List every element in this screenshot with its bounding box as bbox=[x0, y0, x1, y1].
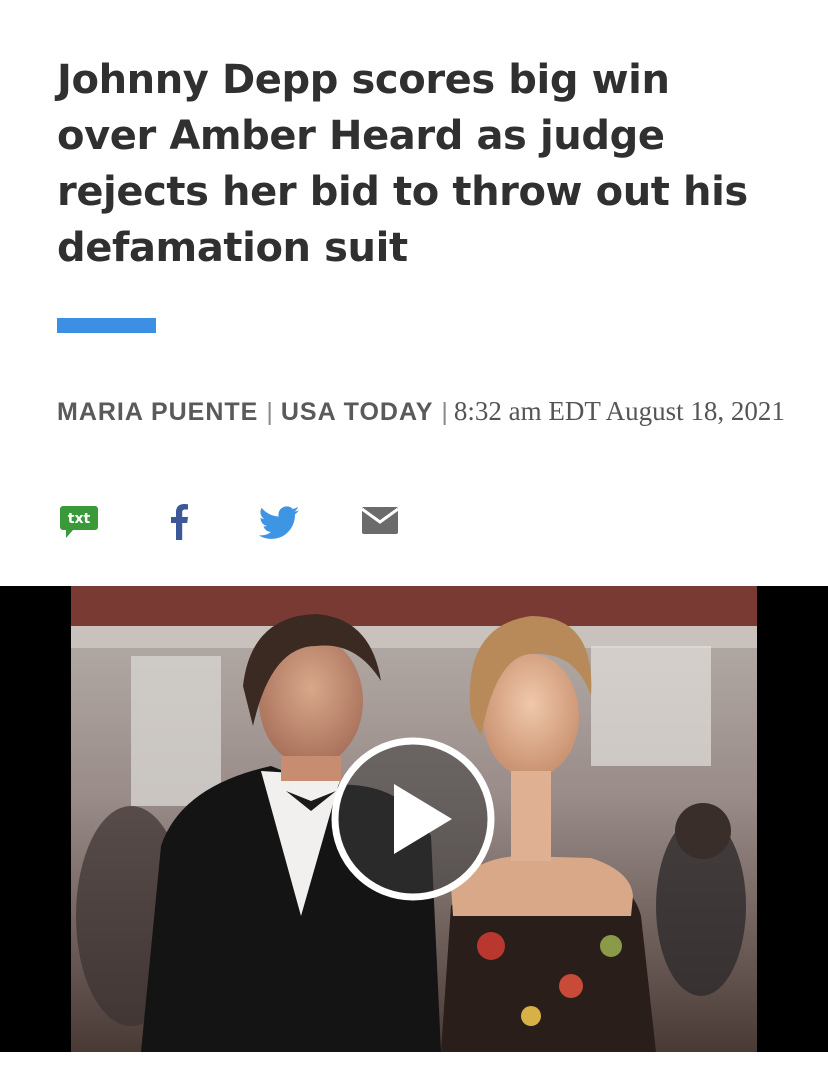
facebook-icon bbox=[171, 504, 188, 540]
byline-separator: | bbox=[441, 398, 448, 426]
share-sms-button[interactable]: txt bbox=[60, 500, 106, 544]
sms-txt-label: txt bbox=[68, 511, 91, 527]
byline-outlet: USA TODAY bbox=[280, 398, 434, 426]
share-facebook-button[interactable] bbox=[160, 500, 206, 544]
byline: MARIA PUENTE | USA TODAY | 8:32 am EDT Augus… bbox=[57, 392, 787, 431]
share-twitter-button[interactable] bbox=[256, 500, 302, 544]
twitter-icon bbox=[258, 506, 300, 539]
share-email-button[interactable] bbox=[360, 500, 406, 544]
byline-separator: | bbox=[266, 398, 273, 426]
byline-author[interactable]: MARIA PUENTE bbox=[57, 398, 258, 426]
email-icon bbox=[361, 507, 399, 534]
sms-txt-icon: txt bbox=[60, 506, 98, 538]
byline-timestamp: 8:32 am EDT August 18, 2021 bbox=[453, 396, 785, 426]
video-player[interactable] bbox=[0, 586, 828, 1052]
headline-accent-bar bbox=[57, 318, 156, 333]
play-button[interactable] bbox=[330, 736, 496, 902]
headline: Johnny Depp scores big win over Amber He… bbox=[57, 57, 748, 271]
